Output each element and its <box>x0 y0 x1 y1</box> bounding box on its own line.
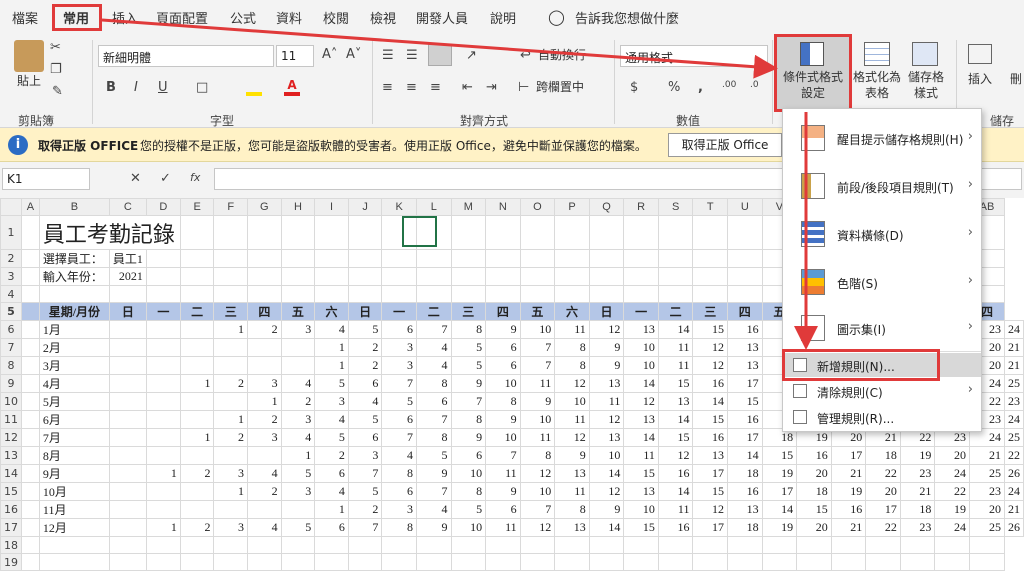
arrow-to-cond-format <box>101 18 778 79</box>
annotation-arrows <box>101 18 818 350</box>
